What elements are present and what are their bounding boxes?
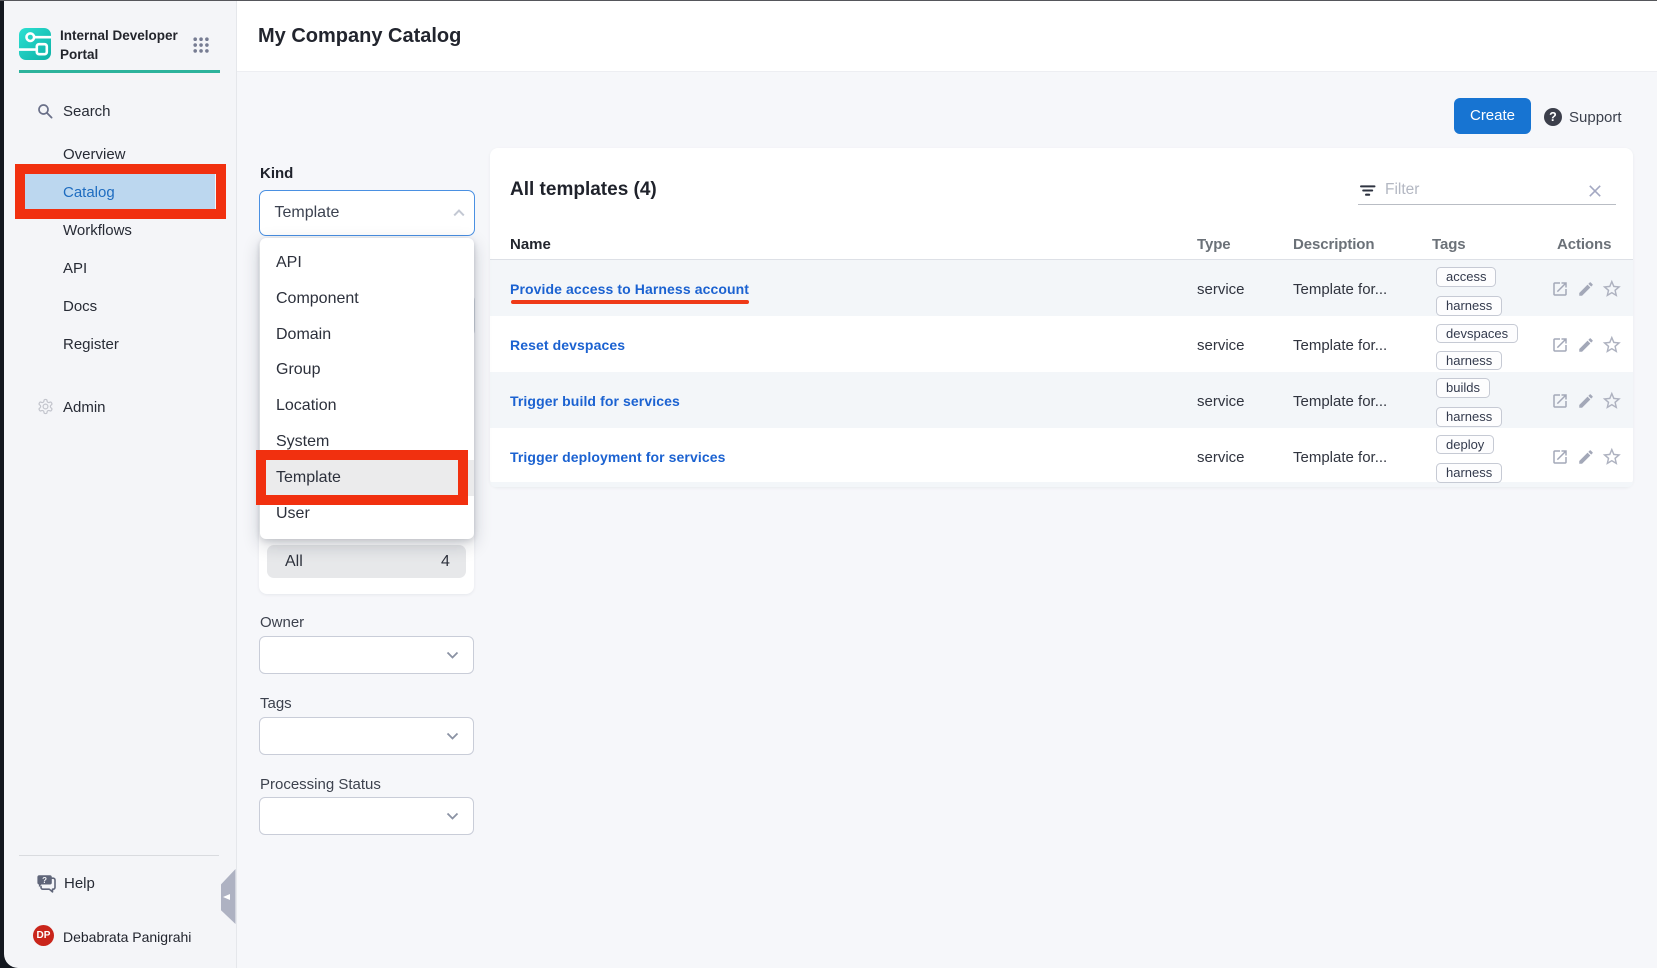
svg-text:?: ? bbox=[42, 876, 47, 885]
